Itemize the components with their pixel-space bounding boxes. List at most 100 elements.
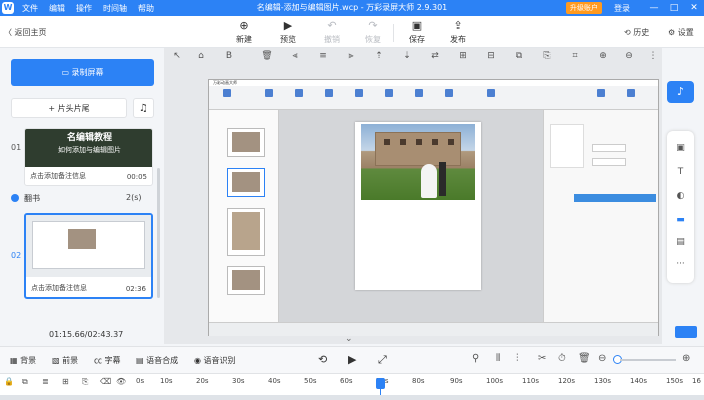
track-tts[interactable]: ▤ 语音合成 (136, 355, 178, 366)
speed-icon[interactable]: ⏱ (558, 353, 566, 364)
menu-edit[interactable]: 编辑 (49, 3, 65, 14)
ribbon-icon (223, 89, 231, 97)
menu-operate[interactable]: 操作 (76, 3, 92, 14)
embedded-slide (227, 266, 265, 295)
settings-button[interactable]: ⚙ 设置 (668, 27, 694, 38)
ungroup-icon[interactable]: ⊟ (484, 51, 498, 61)
zoom-out-icon[interactable]: ⊖ (622, 51, 636, 61)
undo-label: 撤销 (324, 35, 340, 44)
menu-bar: 文件 编辑 操作 时间轴 帮助 (22, 0, 165, 16)
back-home-button[interactable]: 〈 返回主页 (4, 27, 47, 38)
trash-icon[interactable]: ⌫ (100, 377, 111, 386)
filter-icon[interactable]: ⚲ (472, 353, 479, 364)
tick-label: 30s (232, 377, 245, 385)
preview-button[interactable]: ▶ 预览 (274, 19, 302, 45)
toolbar-divider (393, 24, 394, 42)
save-button[interactable]: ▣ 保存 (403, 19, 431, 45)
music-button[interactable]: ♫ (133, 98, 154, 118)
add-icon[interactable]: ⊞ (62, 377, 69, 386)
more-icon[interactable]: ⋮ (646, 51, 660, 61)
align-center-icon[interactable]: ≡ (316, 51, 330, 61)
menu-timeline[interactable]: 时间轴 (103, 3, 127, 14)
recorded-screen[interactable]: 万彩动画大师 (208, 79, 659, 336)
group-icon[interactable]: ⊞ (456, 51, 470, 61)
delete-icon[interactable]: 🗑 (578, 353, 591, 364)
caption-icon: ㏄ (94, 356, 105, 365)
layer-down-icon[interactable]: ⇣ (400, 51, 414, 61)
list-icon[interactable]: ≣ (42, 377, 49, 386)
embedded-status-bar (209, 322, 658, 336)
trim-icon[interactable]: ⫶ (516, 353, 519, 364)
slide-image (232, 132, 260, 152)
publish-button[interactable]: ⇪ 发布 (444, 19, 472, 45)
track-subtitle[interactable]: ㏄ 字幕 (94, 355, 121, 366)
bold-icon[interactable]: B (222, 51, 236, 61)
image-tool-icon[interactable]: ▬ (667, 215, 694, 225)
menu-help[interactable]: 帮助 (138, 3, 154, 14)
select-tool-icon[interactable]: ↖ (170, 51, 184, 61)
zoom-in-icon[interactable]: ⊕ (596, 51, 610, 61)
scene-card-1[interactable]: 名编辑教程 如何添加与编辑图片 点击添加备注信息 00:05 (24, 128, 153, 186)
record-screen-button[interactable]: ▭ 录制屏幕 (11, 59, 154, 86)
zoom-out-icon[interactable]: ⊖ (598, 353, 606, 364)
layer-up-icon[interactable]: ⇡ (372, 51, 386, 61)
menu-file[interactable]: 文件 (22, 3, 38, 14)
text-tool-icon[interactable]: T (667, 167, 694, 177)
shape-tool-icon[interactable]: ◐ (667, 191, 694, 201)
ribbon-item (347, 89, 371, 99)
head-tail-button[interactable]: + 片头片尾 (11, 98, 127, 118)
align-left-icon[interactable]: ⫷ (288, 51, 302, 61)
ribbon-icon (325, 89, 333, 97)
layers-icon[interactable]: ⧉ (22, 377, 28, 387)
copy-icon[interactable]: ⎘ (82, 377, 88, 387)
main-toolbar: 〈 返回主页 ⊕ 新建 ▶ 预览 ↶ 撤销 ↷ 恢复 ▣ 保存 ⇪ 发布 ⟲ 历史 ⚙ 设置 (0, 16, 704, 48)
redo-label: 恢复 (365, 35, 381, 44)
track-background[interactable]: ▦ 背景 (10, 355, 36, 366)
settings-label: 设置 (677, 28, 694, 37)
tick-label: 100s (486, 377, 504, 385)
align-right-icon[interactable]: ⫸ (344, 51, 358, 61)
more-tools-icon[interactable]: ··· (667, 259, 694, 269)
maximize-button[interactable]: □ (664, 3, 684, 13)
redo-button[interactable]: ↷ 恢复 (359, 19, 387, 45)
zoom-slider-track[interactable] (620, 359, 676, 361)
chevron-down-icon[interactable]: ⌄ (345, 334, 353, 344)
paste-icon[interactable]: ⎘ (540, 51, 554, 61)
split-icon[interactable]: ⫴ (496, 353, 500, 364)
eye-icon[interactable]: 👁 (116, 377, 126, 386)
media-tool-icon[interactable]: ▤ (667, 237, 694, 247)
home-icon[interactable]: ⌂ (194, 51, 208, 61)
track-foreground[interactable]: ▧ 前景 (52, 355, 78, 366)
fullscreen-icon[interactable]: ⤢ (378, 353, 387, 367)
login-button[interactable]: 登录 (614, 3, 630, 14)
music-panel-button[interactable]: ♪ (667, 81, 694, 103)
screen-mode-button[interactable] (675, 326, 697, 338)
lock-icon[interactable]: 🔒 (4, 377, 14, 386)
minimize-button[interactable]: — (644, 3, 664, 13)
tick-label: 140s (630, 377, 648, 385)
scene-note[interactable]: 点击添加备注信息 (30, 171, 86, 181)
undo-button[interactable]: ↶ 撤销 (318, 19, 346, 45)
scene-note[interactable]: 点击添加备注信息 (31, 283, 87, 293)
delete-icon[interactable]: 🗑 (260, 51, 274, 61)
crop-icon[interactable]: ⌗ (568, 51, 582, 61)
photo-window (448, 139, 454, 145)
scene-card-2[interactable]: 点击添加备注信息 02:36 (24, 213, 153, 299)
history-button[interactable]: ⟲ 历史 (624, 27, 649, 38)
ribbon-icon (487, 89, 495, 97)
screen-tool-icon[interactable]: ▣ (667, 143, 694, 153)
copy-icon[interactable]: ⧉ (512, 51, 526, 61)
timeline-marker-track (0, 395, 704, 400)
play-icon[interactable]: ▶ (348, 353, 356, 366)
flip-icon[interactable]: ⇄ (428, 51, 442, 61)
rewind-icon[interactable]: ⟲ (318, 353, 327, 366)
cut-icon[interactable]: ✂ (538, 353, 546, 364)
upgrade-button[interactable]: 升级账户 (566, 2, 602, 14)
close-button[interactable]: ✕ (684, 3, 704, 13)
zoom-in-icon[interactable]: ⊕ (682, 353, 690, 364)
new-button[interactable]: ⊕ 新建 (230, 19, 258, 45)
track-asr[interactable]: ◉ 语音识别 (194, 355, 236, 366)
subtitle-play-icon[interactable] (11, 194, 19, 202)
ribbon-icon (355, 89, 363, 97)
scene-scrollbar[interactable] (157, 168, 160, 298)
